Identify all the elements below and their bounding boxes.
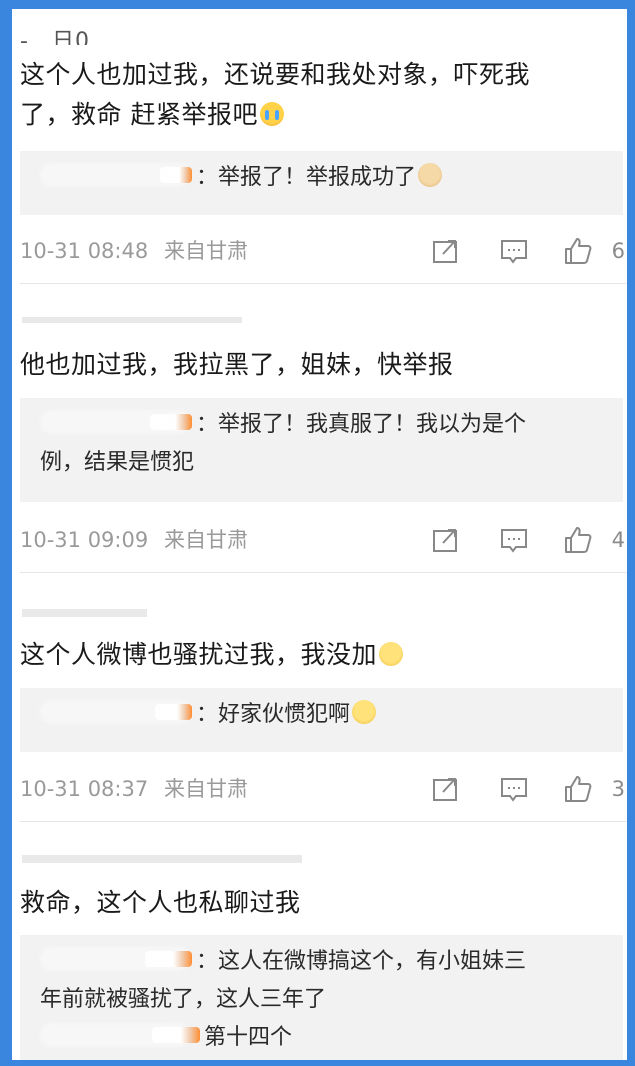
share-icon[interactable] [431,775,461,803]
reply-text-cont: 年前就被骚扰了，这人三年了 [40,987,327,1012]
reply-box[interactable]: ：这人在微博搞这个，有小姐妹三 年前就被骚扰了，这人三年了 第十四个 [20,935,623,1060]
commenter-name[interactable]: -…日0 [20,19,130,45]
comment-text: 这个人微博也骚扰过我，我没加 [20,635,613,675]
reply-box[interactable]: ：举报了！我真服了！我以为是个 例，结果是惯犯 [20,398,623,502]
comment-time: 10-31 09:09 [20,528,149,552]
reply-author-name[interactable] [40,947,192,971]
comment-source: 来自甘肃 [164,777,248,801]
comment-meta: 10-31 08:48 来自甘肃 6 [20,233,627,269]
like-count: 6 [611,239,625,263]
like-icon[interactable] [563,775,593,803]
comment-icon[interactable] [499,775,529,803]
reply-text: ：这人在微博搞这个，有小姐妹三 [196,949,527,974]
reply-text-cont: 例，结果是惯犯 [40,450,195,475]
comment-text: 救命，这个人也私聊过我 [20,888,301,917]
comment-time: 10-31 08:48 [20,239,149,263]
reply-author-name[interactable] [40,410,192,434]
comment-meta: 10-31 09:09 来自甘肃 4 [20,522,627,558]
comment-time: 10-31 08:37 [20,777,149,801]
reply-text: ：好家伙惯犯啊 [196,702,351,727]
comment-text: 他也加过我，我拉黑了，姐妹，快举报 [20,350,454,379]
comment-meta: 10-31 08:37 来自甘肃 3 [20,771,627,807]
reply-box[interactable]: ：举报了！举报成功了 [20,151,623,215]
comment-source: 来自甘肃 [164,239,248,263]
like-icon[interactable] [563,237,593,265]
comment-source: 来自甘肃 [164,528,248,552]
commenter-name[interactable] [20,851,310,877]
share-icon[interactable] [431,526,461,554]
reply-text: ：举报了！我真服了！我以为是个 [196,412,527,437]
reply-box[interactable]: ：好家伙惯犯啊 [20,688,623,752]
like-count: 3 [611,777,625,801]
doge-emoji-icon [418,163,443,187]
divider [20,283,627,284]
reply-author-name[interactable] [40,1023,200,1047]
crying-face-emoji-icon [259,102,284,126]
reply-text: 第十四个 [204,1025,293,1050]
commenter-name[interactable] [20,301,250,327]
share-icon[interactable] [431,237,461,265]
like-count: 4 [611,528,625,552]
smile-emoji-icon [379,642,404,666]
comment-icon[interactable] [499,526,529,554]
reply-text: ：举报了！举报成功了 [196,165,417,190]
reply-author-name[interactable] [40,700,192,724]
comment-icon[interactable] [499,237,529,265]
smile-emoji-icon [352,700,377,724]
divider [20,821,627,822]
reply-author-name[interactable] [40,163,192,187]
like-icon[interactable] [563,526,593,554]
comment-text: 这个人也加过我，还说要和我处对象，吓死我 了，救命 赶紧举报吧 [20,60,531,129]
screenshot-frame: -…日0 这个人也加过我，还说要和我处对象，吓死我 了，救命 赶紧举报吧 ：举报… [0,0,635,1066]
divider [20,572,627,573]
commenter-name[interactable] [20,599,150,625]
